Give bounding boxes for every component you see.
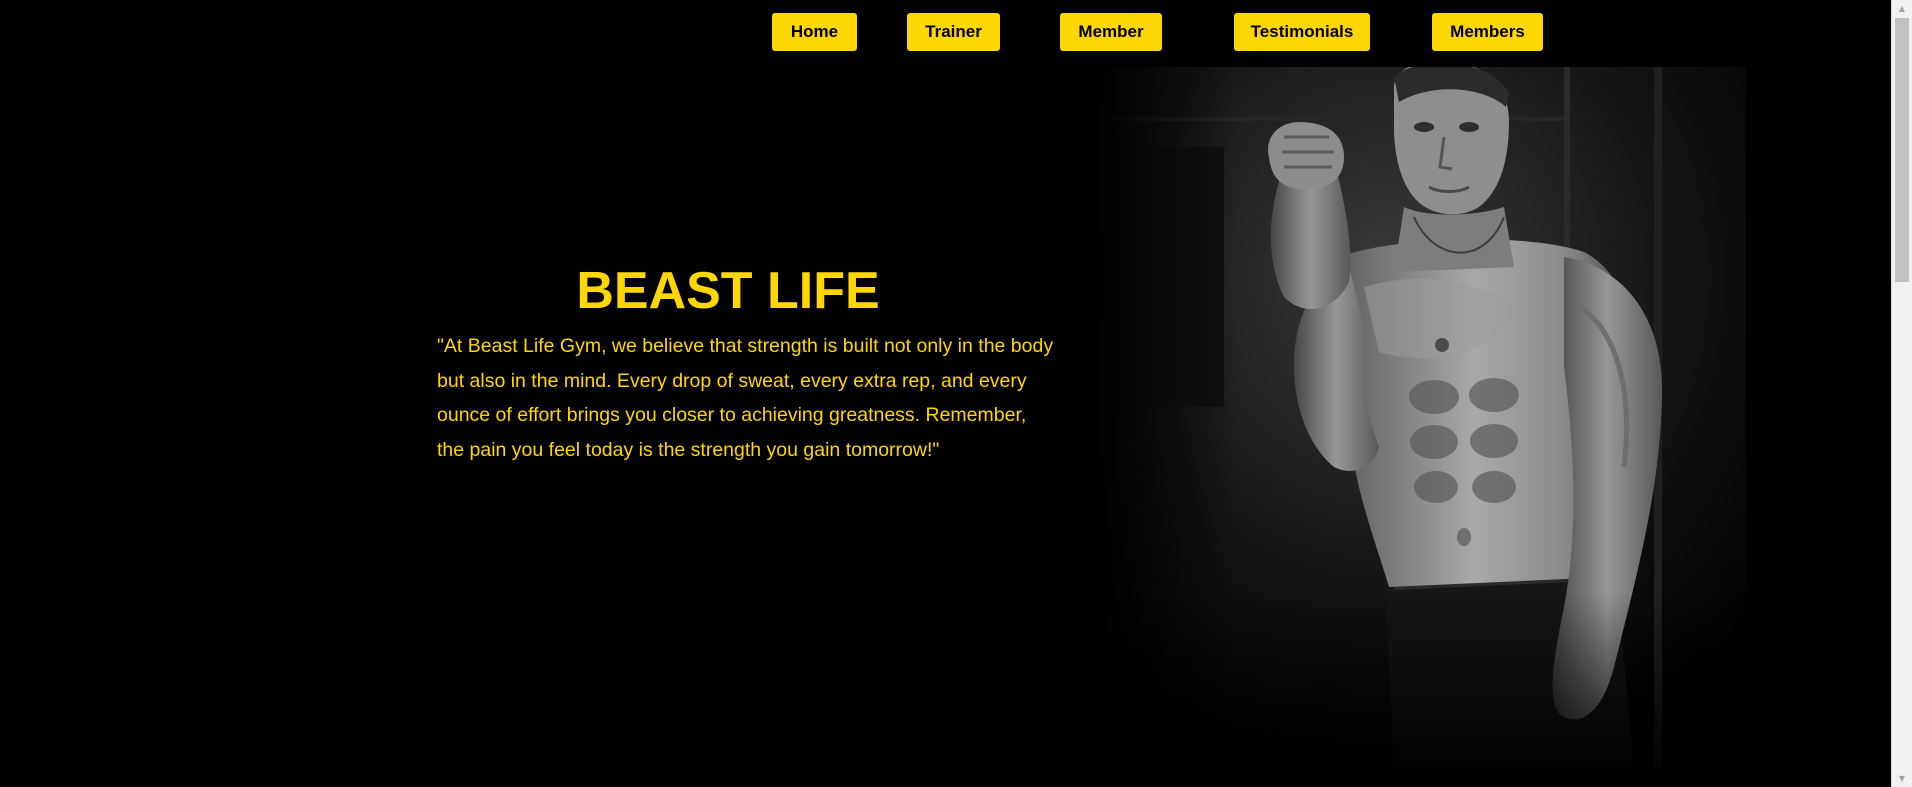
page: Home Trainer Member Testimonials Members… — [0, 0, 1912, 787]
hero-bodybuilder-image — [1094, 67, 1746, 767]
nav-member-button[interactable]: Member — [1060, 13, 1162, 51]
hero-quote: "At Beast Life Gym, we believe that stre… — [437, 335, 1054, 462]
scroll-up-arrow-icon[interactable]: ▲ — [1892, 0, 1912, 17]
nav-testimonials-button[interactable]: Testimonials — [1234, 13, 1370, 51]
nav-members-button[interactable]: Members — [1432, 13, 1543, 51]
nav-home-button[interactable]: Home — [772, 13, 857, 51]
hero-title: BEAST LIFE — [576, 262, 880, 320]
nav-trainer-button[interactable]: Trainer — [907, 13, 1000, 51]
scroll-down-arrow-icon[interactable]: ▼ — [1892, 770, 1912, 787]
vertical-scrollbar[interactable]: ▲ ▼ — [1891, 0, 1912, 787]
scrollbar-thumb[interactable] — [1895, 18, 1909, 282]
